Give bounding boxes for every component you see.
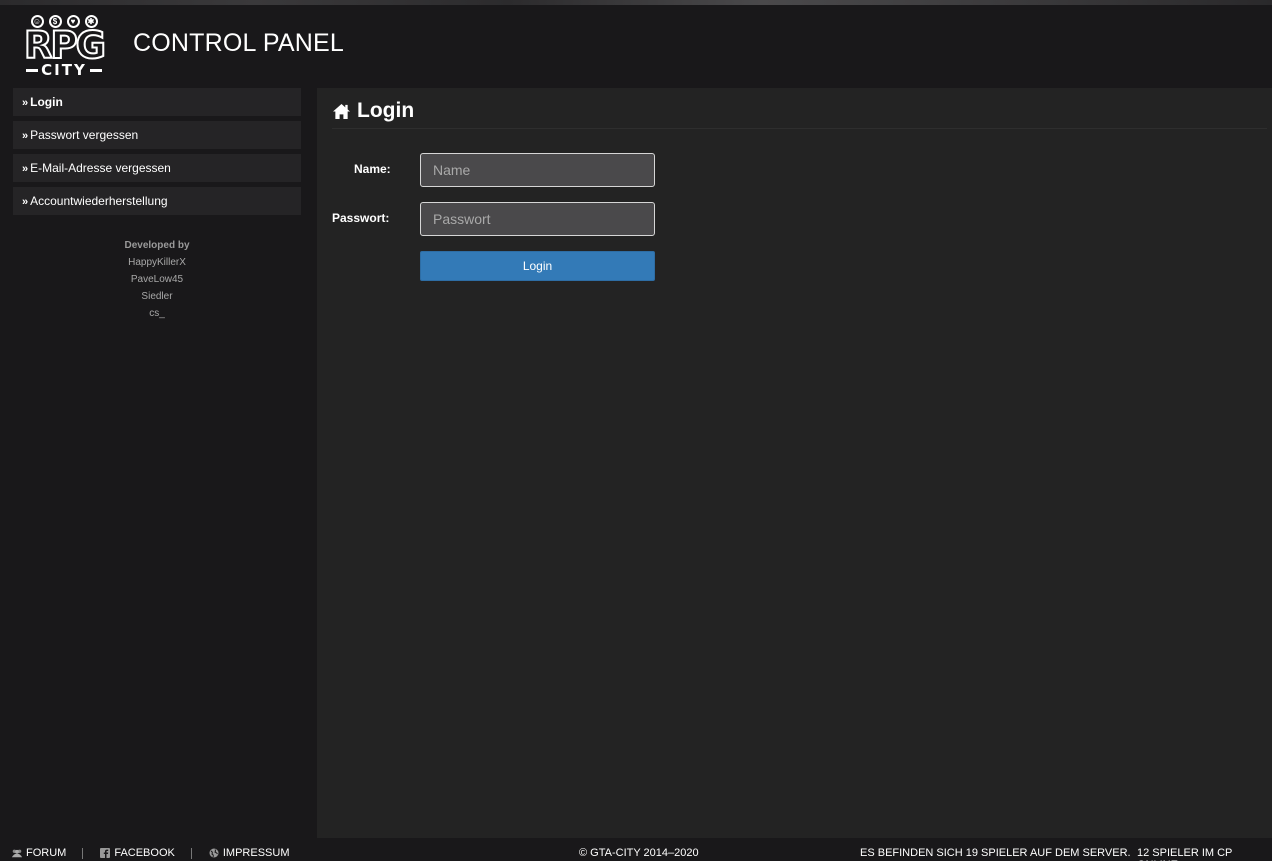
footer-link-forum[interactable]: FORUM: [11, 847, 66, 859]
sidebar-item-label: Passwort vergessen: [30, 128, 139, 142]
page-title-row: Login: [332, 99, 414, 123]
sidebar-item-label: Login: [30, 95, 63, 109]
name-input[interactable]: [420, 153, 655, 187]
footer-link-impressum[interactable]: IMPRESSUM: [208, 847, 290, 859]
globe-icon: [209, 848, 219, 858]
home-icon: [333, 103, 350, 119]
footer-link-label: FORUM: [26, 847, 67, 859]
sidebar: » Login » Passwort vergessen » E-Mail-Adres…: [13, 88, 301, 322]
logo-main-text: RPG: [23, 24, 107, 67]
double-chevron-right-icon: »: [22, 196, 29, 208]
copyright-text: © GTA-CITY 2014–2020: [579, 847, 699, 859]
credits-name: cs_: [149, 308, 165, 319]
page-title: Login: [357, 99, 415, 122]
name-label: Name:: [354, 162, 391, 176]
logo-dash: [89, 68, 102, 72]
double-chevron-right-icon: »: [22, 130, 29, 142]
credits-name: Siedler: [141, 291, 173, 302]
footer-link-label: IMPRESSUM: [222, 847, 290, 859]
footer: FORUM FACEBOOK IMPRESSUM © GTA-CITY 2014…: [0, 838, 1272, 861]
credits-name: PaveLow45: [130, 274, 184, 285]
footer-separator: [190, 847, 192, 859]
developer-credits: Developed by HappyKillerX PaveLow45 Sied…: [13, 237, 301, 322]
app-title: CONTROL PANEL: [133, 29, 344, 57]
sidebar-item-account-recovery[interactable]: » Accountwiederherstellung: [13, 187, 301, 215]
server-player-count: ES BEFINDEN SICH 19 SPIELER AUF DEM SERV…: [860, 847, 1131, 859]
sidebar-item-label: E-Mail-Adresse vergessen: [30, 161, 171, 175]
password-label: Passwort:: [332, 211, 390, 225]
users-icon: [11, 849, 23, 858]
double-chevron-right-icon: »: [22, 163, 29, 175]
login-button[interactable]: Login: [420, 251, 655, 281]
credits-name: HappyKillerX: [128, 257, 186, 268]
sidebar-item-label: Accountwiederherstellung: [30, 194, 168, 208]
header: ☺ $ ♥ ✱ RPG CITY CONTROL PANEL: [0, 5, 1272, 87]
sidebar-item-forgot-password[interactable]: » Passwort vergessen: [13, 121, 301, 149]
title-divider: [332, 128, 1267, 129]
footer-link-facebook[interactable]: FACEBOOK: [99, 847, 175, 859]
rpg-city-logo[interactable]: ☺ $ ♥ ✱ RPG CITY: [16, 15, 112, 79]
footer-links: FORUM FACEBOOK IMPRESSUM: [11, 847, 289, 859]
footer-link-label: FACEBOOK: [114, 847, 175, 859]
footer-separator: [82, 847, 84, 859]
facebook-icon: [100, 848, 111, 858]
double-chevron-right-icon: »: [22, 97, 29, 109]
cp-online-count: 12 SPIELER IM CP ONLINE.: [1137, 847, 1233, 861]
logo-sub-text: CITY: [41, 61, 87, 79]
sidebar-item-forgot-email[interactable]: » E-Mail-Adresse vergessen: [13, 154, 301, 182]
password-input[interactable]: [420, 202, 655, 236]
credits-heading: Developed by: [124, 240, 190, 251]
logo-dash: [26, 68, 39, 72]
main-panel: Login Name: Passwort: Login: [317, 88, 1272, 838]
sidebar-item-login[interactable]: » Login: [13, 88, 301, 116]
